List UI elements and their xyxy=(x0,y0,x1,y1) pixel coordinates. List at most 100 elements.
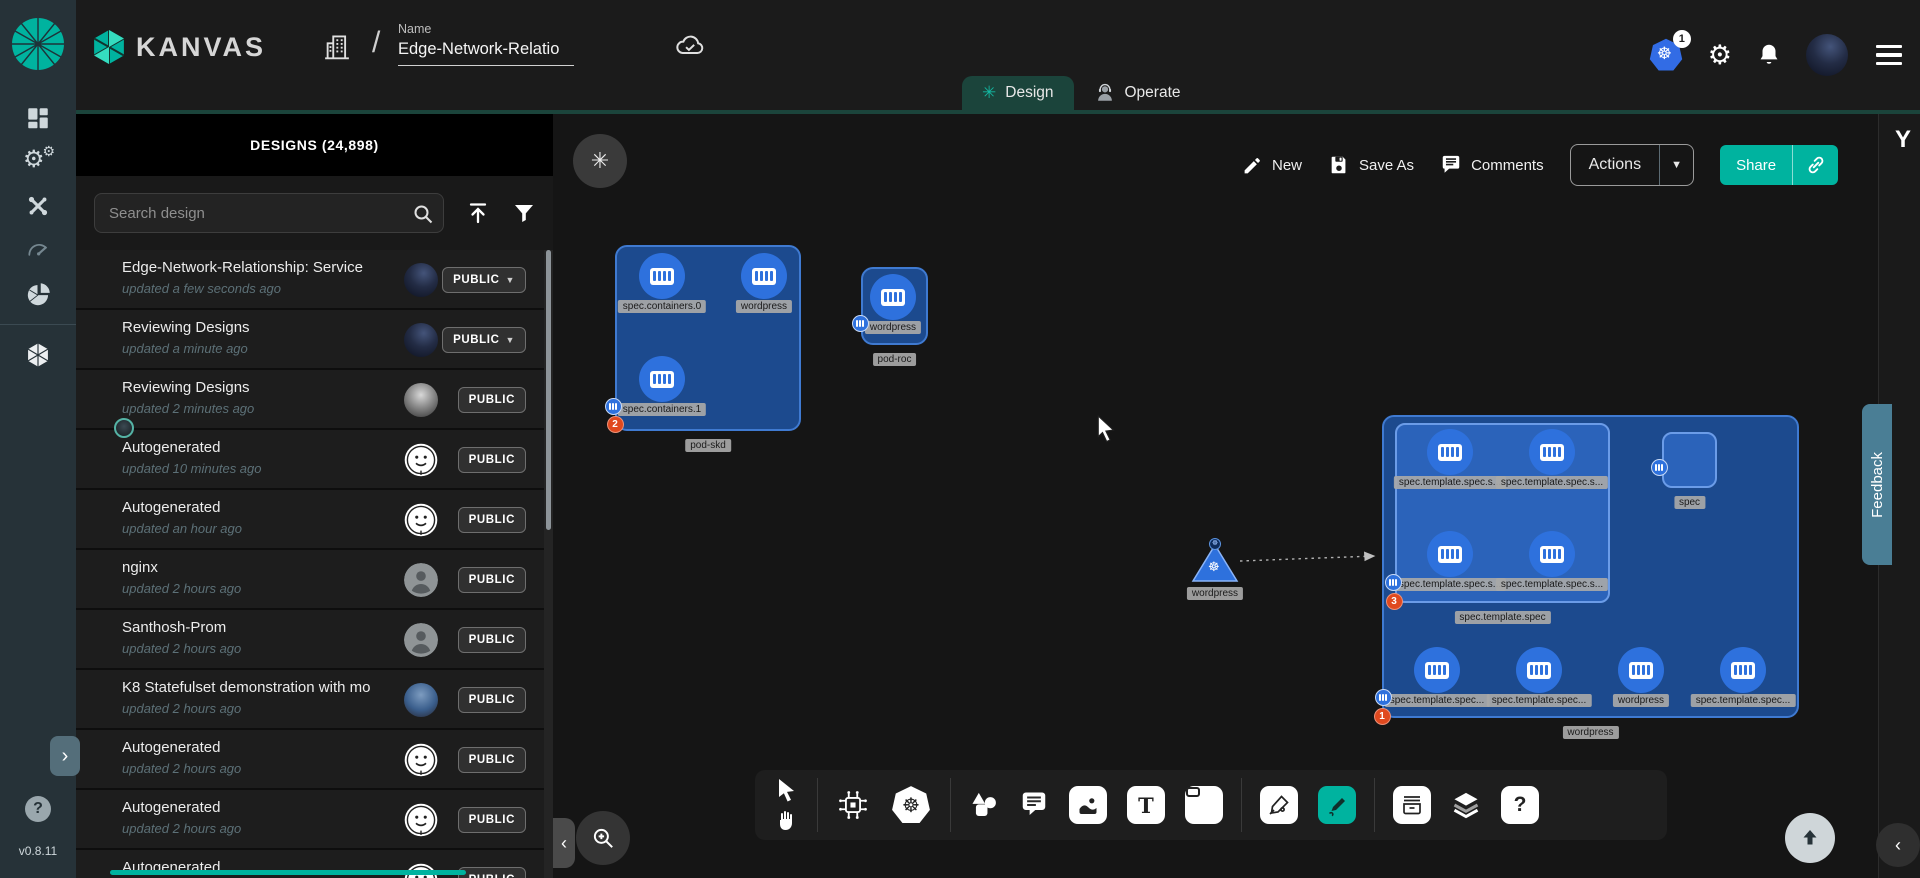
container-node-spec.template.spec.s...[interactable] xyxy=(1529,429,1575,475)
copy-link-icon[interactable] xyxy=(1792,145,1838,185)
user-avatar[interactable] xyxy=(1806,34,1848,76)
designs-horizontal-scrollbar[interactable] xyxy=(110,870,466,875)
container-node-wordpress[interactable] xyxy=(1618,647,1664,693)
organization-icon[interactable] xyxy=(322,32,352,67)
container-node-spec.template.spec...[interactable] xyxy=(1414,647,1460,693)
visibility-badge[interactable]: PUBLIC xyxy=(458,447,526,473)
comment-tool[interactable] xyxy=(1019,790,1049,820)
expand-sidebar-chevron[interactable]: › xyxy=(50,736,80,776)
kubernetes-context-switcher[interactable]: ☸ 1 xyxy=(1648,37,1684,73)
comments-button[interactable]: Comments xyxy=(1440,154,1544,176)
design-search-input[interactable] xyxy=(95,194,443,232)
visibility-badge[interactable]: PUBLIC xyxy=(458,627,526,653)
note-tool[interactable] xyxy=(1185,786,1223,824)
container-bar xyxy=(1739,665,1742,675)
container-bar xyxy=(663,374,666,384)
zoom-in-button[interactable] xyxy=(576,811,630,865)
container-node-spec.template.spec...[interactable] xyxy=(1516,647,1562,693)
design-name-input[interactable]: Edge-Network-Relatio xyxy=(398,36,574,66)
actions-dropdown-button[interactable]: Actions ▼ xyxy=(1570,144,1694,186)
design-list-item[interactable]: Edge-Network-Relationship: Serviceupdate… xyxy=(76,250,553,310)
pen-tool[interactable] xyxy=(1260,786,1298,824)
image-tool[interactable] xyxy=(1069,786,1107,824)
settings-gear-icon[interactable]: ⚙ xyxy=(1708,42,1732,69)
collapse-left-chevron[interactable]: ‹ xyxy=(553,818,575,868)
visibility-badge-label: PUBLIC xyxy=(469,454,515,466)
container-node-spec.template.spec.s...[interactable] xyxy=(1529,531,1575,577)
visibility-badge[interactable]: PUBLIC xyxy=(458,747,526,773)
cloud-saved-icon[interactable] xyxy=(674,32,706,63)
visibility-badge[interactable]: PUBLIC xyxy=(458,807,526,833)
kubernetes-tool[interactable]: ☸ xyxy=(890,784,932,826)
group-node-spec[interactable] xyxy=(1662,432,1717,488)
container-node-spec.containers.1[interactable] xyxy=(639,356,685,402)
design-owner-avatar xyxy=(404,683,438,717)
canvas-kubernetes-button[interactable]: ✳ xyxy=(573,134,627,188)
freehand-tool[interactable] xyxy=(1318,786,1356,824)
notifications-bell-icon[interactable] xyxy=(1756,42,1782,68)
container-bar xyxy=(1451,447,1454,457)
sidebar-item-catalog[interactable] xyxy=(0,272,76,316)
kanvas-logo[interactable]: KANVAS xyxy=(92,28,266,66)
visibility-badge[interactable]: PUBLIC xyxy=(458,387,526,413)
text-tool[interactable]: T xyxy=(1127,786,1165,824)
shapes-tool[interactable] xyxy=(969,791,999,819)
toolbar-divider xyxy=(817,778,818,832)
kubernetes-triangle-node[interactable] xyxy=(1191,543,1239,583)
visibility-badge[interactable]: PUBLIC xyxy=(458,567,526,593)
collapse-right-chevron[interactable]: ‹ xyxy=(1876,823,1920,867)
design-list-item[interactable]: Autogeneratedupdated 2 hours agoPUBLIC xyxy=(76,730,553,790)
layers-tool[interactable] xyxy=(1451,791,1481,819)
cursor-tool[interactable] xyxy=(775,778,799,802)
design-list-item[interactable]: Autogeneratedupdated 2 hours agoPUBLIC xyxy=(76,790,553,850)
shapes-dock-toggle-icon[interactable]: Y xyxy=(1895,126,1911,154)
design-list-item[interactable]: nginxupdated 2 hours agoPUBLIC xyxy=(76,550,553,610)
search-icon[interactable] xyxy=(411,202,435,231)
actions-caret-icon[interactable]: ▼ xyxy=(1659,145,1693,185)
tab-design[interactable]: ✳ Design xyxy=(962,76,1074,110)
new-button[interactable]: New xyxy=(1242,155,1302,176)
design-list-item[interactable]: Reviewing Designsupdated a minute agoPUB… xyxy=(76,310,553,370)
sidebar-item-dashboard[interactable] xyxy=(0,96,76,140)
filter-funnel-icon[interactable] xyxy=(512,201,536,225)
sidebar-item-extensions[interactable] xyxy=(0,333,76,377)
presence-avatar xyxy=(114,418,134,438)
sidebar-item-performance[interactable] xyxy=(0,228,76,272)
container-node-spec.template.spec.s...[interactable] xyxy=(1427,429,1473,475)
menu-hamburger-icon[interactable] xyxy=(1872,41,1906,70)
visibility-badge[interactable]: PUBLIC xyxy=(458,507,526,533)
visibility-badge[interactable]: PUBLIC▼ xyxy=(442,267,526,293)
save-as-button[interactable]: Save As xyxy=(1328,154,1414,176)
container-node-wordpress[interactable] xyxy=(870,274,916,320)
sidebar-item-lifecycle[interactable]: ⚙ ⚙ xyxy=(0,140,76,184)
container-node-spec.template.spec.s...[interactable] xyxy=(1427,531,1473,577)
design-list-item[interactable]: Santhosh-Promupdated 2 hours agoPUBLIC xyxy=(76,610,553,670)
design-list-item[interactable]: Autogeneratedupdated an hour agoPUBLIC xyxy=(76,490,553,550)
tab-operate[interactable]: Operate xyxy=(1074,76,1201,110)
container-node-spec.template.spec...[interactable] xyxy=(1720,647,1766,693)
sidebar-item-configuration[interactable] xyxy=(0,184,76,228)
help-button[interactable]: ? xyxy=(25,796,51,822)
design-list-item[interactable]: Autogeneratedupdated 10 minutes agoPUBLI… xyxy=(76,430,553,490)
hand-tool[interactable] xyxy=(775,808,799,832)
component-tool[interactable] xyxy=(836,788,870,822)
scroll-up-button[interactable] xyxy=(1785,813,1835,863)
design-tab-icon: ✳ xyxy=(982,83,996,103)
drawer-tool[interactable] xyxy=(1393,786,1431,824)
container-icon xyxy=(1540,444,1564,461)
visibility-badge[interactable]: PUBLIC xyxy=(458,867,526,878)
meshery-logo[interactable] xyxy=(10,16,66,72)
import-design-icon[interactable] xyxy=(466,201,490,225)
container-node-spec.containers.0[interactable] xyxy=(639,253,685,299)
visibility-badge[interactable]: PUBLIC xyxy=(458,687,526,713)
visibility-badge[interactable]: PUBLIC▼ xyxy=(442,327,526,353)
share-button[interactable]: Share xyxy=(1720,145,1838,185)
help-tool[interactable]: ? xyxy=(1501,786,1539,824)
visibility-caret-icon: ▼ xyxy=(505,275,515,285)
container-node-wordpress[interactable] xyxy=(741,253,787,299)
comments-label: Comments xyxy=(1471,157,1544,174)
design-list-item[interactable]: Reviewing Designsupdated 2 minutes agoPU… xyxy=(76,370,553,430)
feedback-button[interactable]: Feedback xyxy=(1862,404,1892,565)
designs-scrollbar-thumb[interactable] xyxy=(546,250,551,530)
design-list-item[interactable]: K8 Statefulset demonstration with moupda… xyxy=(76,670,553,730)
